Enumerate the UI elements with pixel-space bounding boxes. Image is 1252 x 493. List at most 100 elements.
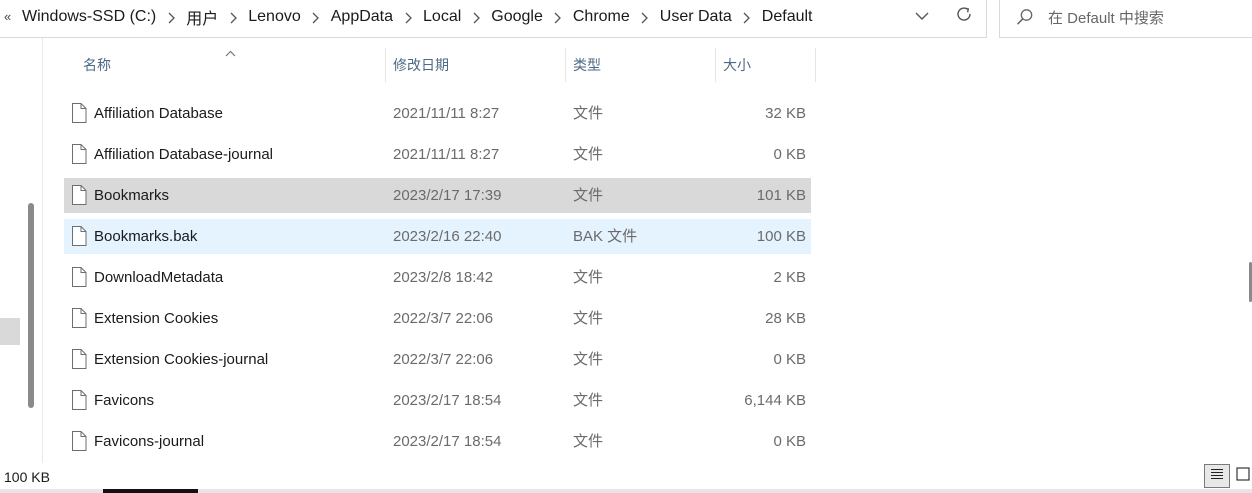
taskbar-active-item — [103, 489, 198, 493]
tiles-view-icon — [1236, 466, 1250, 486]
file-type: 文件 — [573, 105, 604, 122]
details-view-icon — [1210, 467, 1224, 485]
file-icon — [71, 185, 87, 210]
breadcrumb-overflow-button[interactable]: « — [4, 9, 11, 24]
file-size: 101 KB — [756, 187, 806, 204]
breadcrumb: Windows-SSD (C:) 用户 Lenovo AppData Local Goog… — [22, 0, 813, 34]
refresh-button[interactable] — [952, 4, 976, 28]
file-modified-date: 2023/2/16 22:40 — [393, 228, 502, 245]
file-icon — [71, 144, 87, 169]
file-name[interactable]: Extension Cookies — [94, 301, 218, 336]
file-modified-date: 2022/3/7 22:06 — [393, 351, 494, 368]
file-icon — [71, 431, 87, 456]
file-icon — [71, 349, 87, 374]
file-size: 0 KB — [773, 433, 806, 450]
chevron-right-icon[interactable] — [732, 10, 762, 25]
breadcrumb-item[interactable]: Google — [491, 8, 543, 26]
navigation-pane — [0, 38, 43, 463]
file-modified-date: 2023/2/17 18:54 — [393, 433, 502, 450]
breadcrumb-item[interactable]: Local — [423, 8, 461, 26]
chevron-down-icon — [915, 8, 929, 26]
search-input[interactable] — [1048, 8, 1243, 28]
navigation-scrollbar[interactable] — [28, 203, 34, 408]
file-icon — [71, 267, 87, 292]
file-icon — [71, 226, 87, 251]
chevron-right-icon[interactable] — [461, 10, 491, 25]
file-size: 32 KB — [765, 105, 806, 122]
file-row[interactable]: Bookmarks.bak 2023/2/16 22:40 BAK 文件 100 KB — [64, 219, 811, 254]
search-box — [999, 0, 1252, 38]
file-row[interactable]: Extension Cookies-journal 2022/3/7 22:06 文… — [64, 342, 811, 377]
column-header-size-label: 大小 — [723, 57, 751, 73]
file-row[interactable]: Extension Cookies 2022/3/7 22:06 文件 28 KB — [64, 301, 811, 336]
address-bar[interactable]: « Windows-SSD (C:) 用户 Lenovo AppData Local Go… — [0, 0, 987, 38]
file-row[interactable]: Favicons 2023/2/17 18:54 文件 6,144 KB — [64, 383, 811, 418]
taskbar-edge — [0, 489, 1252, 493]
search-icon — [1016, 8, 1034, 31]
chevron-right-icon[interactable] — [301, 10, 331, 25]
file-name[interactable]: Favicons-journal — [94, 424, 204, 459]
breadcrumb-item[interactable]: User Data — [660, 8, 732, 26]
column-header-name[interactable]: 名称 — [75, 48, 385, 82]
file-row[interactable]: Affiliation Database 2021/11/11 8:27 文件 32 … — [64, 96, 811, 131]
column-header-date[interactable]: 修改日期 — [385, 48, 565, 82]
breadcrumb-item[interactable]: 用户 — [186, 5, 218, 29]
refresh-icon — [955, 5, 973, 28]
file-size: 2 KB — [773, 269, 806, 286]
file-type: BAK 文件 — [573, 228, 638, 245]
column-header-name-label: 名称 — [83, 57, 111, 73]
file-icon — [71, 308, 87, 333]
column-header-date-label: 修改日期 — [393, 57, 449, 73]
file-icon — [71, 103, 87, 128]
file-name[interactable]: Affiliation Database — [94, 96, 223, 131]
file-modified-date: 2021/11/11 8:27 — [393, 146, 500, 163]
file-type: 文件 — [573, 351, 604, 368]
file-type: 文件 — [573, 187, 604, 204]
file-type: 文件 — [573, 310, 604, 327]
file-icon — [71, 390, 87, 415]
nav-selected-item[interactable] — [0, 318, 20, 345]
file-modified-date: 2022/3/7 22:06 — [393, 310, 494, 327]
file-row[interactable]: Affiliation Database-journal 2021/11/11 8… — [64, 137, 811, 172]
file-modified-date: 2023/2/17 17:39 — [393, 187, 502, 204]
breadcrumb-item[interactable]: Lenovo — [248, 8, 301, 26]
breadcrumb-item[interactable]: Default — [762, 8, 813, 26]
file-name[interactable]: Bookmarks — [94, 178, 169, 213]
column-divider[interactable] — [815, 48, 816, 82]
selection-size: 100 KB — [4, 469, 50, 485]
file-list: Affiliation Database 2021/11/11 8:27 文件 32 … — [64, 96, 811, 465]
file-name[interactable]: Bookmarks.bak — [94, 219, 197, 254]
file-row[interactable]: Favicons-journal 2023/2/17 18:54 文件 0 KB — [64, 424, 811, 459]
file-name[interactable]: Favicons — [94, 383, 154, 418]
breadcrumb-item[interactable]: AppData — [331, 8, 393, 26]
file-size: 0 KB — [773, 146, 806, 163]
file-name[interactable]: DownloadMetadata — [94, 260, 223, 295]
file-name[interactable]: Extension Cookies-journal — [94, 342, 268, 377]
chevron-right-icon[interactable] — [543, 10, 573, 25]
breadcrumb-item[interactable]: Chrome — [573, 8, 630, 26]
file-type: 文件 — [573, 269, 604, 286]
column-header-type-label: 类型 — [573, 57, 601, 73]
file-type: 文件 — [573, 146, 604, 163]
file-row[interactable]: DownloadMetadata 2023/2/8 18:42 文件 2 KB — [64, 260, 811, 295]
file-row[interactable]: Bookmarks 2023/2/17 17:39 文件 101 KB — [64, 178, 811, 213]
details-view-button[interactable] — [1204, 464, 1230, 488]
file-modified-date: 2021/11/11 8:27 — [393, 105, 500, 122]
breadcrumb-item[interactable]: Windows-SSD (C:) — [22, 8, 156, 26]
large-icons-view-button[interactable] — [1234, 466, 1252, 486]
address-history-button[interactable] — [911, 5, 933, 29]
file-size: 28 KB — [765, 310, 806, 327]
chevron-right-icon[interactable] — [218, 10, 248, 25]
file-type: 文件 — [573, 392, 604, 409]
chevron-right-icon[interactable] — [393, 10, 423, 25]
file-size: 6,144 KB — [744, 392, 806, 409]
file-size: 0 KB — [773, 351, 806, 368]
file-name[interactable]: Affiliation Database-journal — [94, 137, 273, 172]
column-header-size[interactable]: 大小 — [715, 48, 815, 82]
column-header-type[interactable]: 类型 — [565, 48, 715, 82]
chevron-right-icon[interactable] — [630, 10, 660, 25]
chevron-right-icon[interactable] — [156, 10, 186, 25]
file-modified-date: 2023/2/8 18:42 — [393, 269, 494, 286]
file-modified-date: 2023/2/17 18:54 — [393, 392, 502, 409]
file-size: 100 KB — [756, 228, 806, 245]
